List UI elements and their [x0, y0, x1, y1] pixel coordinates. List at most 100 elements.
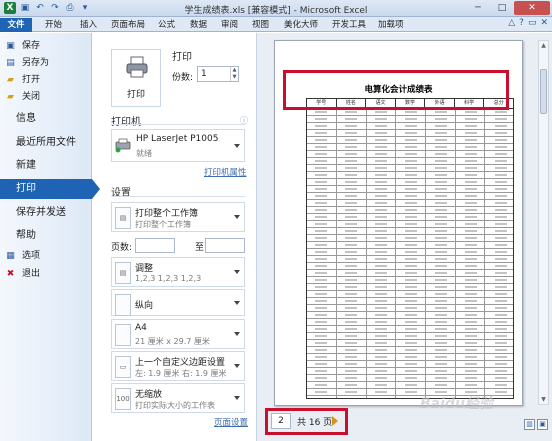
tab-review[interactable]: 审阅 [221, 18, 238, 32]
zoom-to-page-icon[interactable]: ▣ [537, 419, 548, 430]
nav-help[interactable]: 帮助 [0, 226, 92, 246]
preview-view-buttons: ▥ ▣ [524, 419, 548, 430]
scroll-down-icon[interactable]: ▼ [539, 395, 548, 404]
paper-size-select[interactable]: A4 21 厘米 x 29.7 厘米 [111, 319, 245, 349]
tab-view[interactable]: 视图 [252, 18, 269, 32]
scaling-select[interactable]: 100 无缩放 打印实际大小的工作表 [111, 383, 245, 413]
tab-data[interactable]: 数据 [190, 18, 207, 32]
orientation-title: 纵向 [135, 301, 154, 311]
nav-print[interactable]: 打印 [0, 179, 100, 199]
divider [111, 196, 245, 197]
printer-properties-link[interactable]: 打印机属性 [204, 166, 247, 178]
printer-name: HP LaserJet P1005 [136, 134, 219, 144]
exit-icon: ✖ [6, 269, 15, 279]
pages-from-input[interactable] [135, 238, 175, 253]
nav-exit[interactable]: ✖ 退出 [0, 267, 92, 282]
show-margins-icon[interactable]: ▥ [524, 419, 535, 430]
tab-insert[interactable]: 插入 [80, 18, 97, 32]
print-heading: 打印 [172, 52, 192, 63]
nav-options-label: 选项 [22, 251, 41, 261]
title-bar: X ▣ ↶ ↷ ⎙ ▾ 学生成绩表.xls [兼容模式] - Microsoft… [0, 0, 552, 17]
chevron-down-icon [234, 332, 240, 336]
preview-scrollbar[interactable]: ▲ ▼ [538, 40, 549, 405]
nav-exit-label: 退出 [22, 269, 41, 279]
print-scope-title: 打印整个工作簿 [135, 209, 199, 219]
pages-to-input[interactable] [205, 238, 245, 253]
copies-value: 1 [201, 69, 207, 79]
printer-device-icon [115, 138, 131, 153]
print-button-label: 打印 [126, 90, 145, 100]
nav-info[interactable]: 信息 [0, 109, 92, 129]
margins-desc: 左: 1.9 厘米 右: 1.9 厘米 [135, 369, 227, 378]
margins-title: 上一个自定义边距设置 [135, 358, 226, 368]
collate-select[interactable]: ▤ 调整 1,2,3 1,2,3 1,2,3 [111, 257, 245, 287]
close-button[interactable]: ✕ [514, 1, 550, 15]
watermark: Baidu经验 [420, 396, 493, 412]
collate-icon: ▤ [115, 262, 131, 284]
printer-select[interactable]: HP LaserJet P1005 就绪 [111, 129, 245, 162]
close-workbook-icon[interactable]: ✕ [540, 18, 548, 28]
close-folder-icon: ▰ [7, 92, 14, 102]
scroll-thumb[interactable] [540, 69, 547, 114]
chevron-down-icon [234, 270, 240, 274]
save-as-icon: ▤ [6, 58, 15, 68]
printer-status: 就绪 [136, 149, 152, 158]
print-scope-desc: 打印整个工作簿 [135, 220, 191, 229]
chevron-down-icon [234, 143, 240, 148]
highlight-title [283, 70, 509, 110]
nav-options[interactable]: ▦ 选项 [0, 249, 92, 264]
orientation-select[interactable]: 纵向 [111, 289, 245, 316]
tab-home[interactable]: 开始 [45, 18, 62, 32]
divider [111, 124, 245, 125]
copies-input[interactable]: 1 ▲ ▼ [197, 66, 239, 82]
open-folder-icon: ▰ [7, 75, 14, 85]
chevron-down-icon [234, 215, 240, 219]
copies-label: 份数: [172, 73, 194, 83]
tab-file[interactable]: 文件 [0, 18, 32, 32]
ribbon-minimize-icon[interactable]: △ [508, 18, 515, 28]
collate-desc: 1,2,3 1,2,3 1,2,3 [135, 274, 202, 283]
tab-developer[interactable]: 开发工具 [332, 18, 366, 32]
help-icon[interactable]: ? [519, 18, 524, 28]
tab-page-layout[interactable]: 页面布局 [111, 18, 145, 32]
tab-add-ins[interactable]: 加载项 [378, 18, 404, 32]
chevron-down-icon [234, 364, 240, 368]
copies-spinner[interactable]: ▲ ▼ [230, 67, 238, 81]
table-rows-text [307, 109, 513, 398]
printer-heading: 打印机 [111, 117, 141, 128]
workbook-icon: ▤ [115, 207, 131, 229]
ribbon-tabs: 文件 开始 插入 页面布局 公式 数据 审阅 视图 美化大师 开发工具 加载项 … [0, 17, 552, 32]
print-button[interactable]: 打印 [111, 49, 161, 107]
nav-save[interactable]: ▣ 保存 [0, 39, 92, 54]
scroll-up-icon[interactable]: ▲ [539, 41, 548, 50]
nav-open-label: 打开 [22, 75, 41, 85]
print-settings: 打印 打印 份数: 1 ▲ ▼ 打印机 ⓘ HP LaserJet P1005 就… [100, 33, 256, 441]
paper-size-title: A4 [135, 323, 147, 333]
table-body [306, 109, 514, 399]
backstage-nav: ▣ 保存 ▤ 另存为 ▰ 打开 ▰ 关闭 信息 最近所用文件 新建 打印 保存并… [0, 33, 100, 441]
nav-save-send[interactable]: 保存并发送 [0, 203, 92, 223]
pages-to-label: 至 [195, 243, 205, 253]
no-scaling-icon: 100 [115, 388, 131, 410]
restore-icon[interactable]: ▭ [528, 18, 537, 28]
pages-label: 页数: [111, 243, 133, 253]
nav-new[interactable]: 新建 [0, 156, 92, 176]
minimize-button[interactable]: ─ [466, 1, 490, 15]
collate-title: 调整 [135, 264, 154, 274]
tab-formulas[interactable]: 公式 [158, 18, 175, 32]
chevron-down-icon [234, 300, 240, 305]
page-setup-link[interactable]: 页面设置 [214, 416, 248, 428]
scaling-title: 无缩放 [135, 390, 163, 400]
print-scope-select[interactable]: ▤ 打印整个工作簿 打印整个工作簿 [111, 202, 245, 232]
margins-icon: ▭ [115, 356, 131, 378]
nav-save-as[interactable]: ▤ 另存为 [0, 56, 92, 71]
margins-select[interactable]: ▭ 上一个自定义边距设置 左: 1.9 厘米 右: 1.9 厘米 [111, 351, 245, 381]
nav-save-as-label: 另存为 [22, 58, 50, 68]
tab-beautify[interactable]: 美化大师 [284, 18, 318, 32]
nav-recent[interactable]: 最近所用文件 [0, 133, 92, 153]
nav-open[interactable]: ▰ 打开 [0, 73, 92, 88]
paper-size-icon [115, 324, 131, 346]
maximize-button[interactable]: □ [490, 1, 514, 15]
save-icon: ▣ [6, 41, 15, 51]
nav-close[interactable]: ▰ 关闭 [0, 90, 92, 105]
